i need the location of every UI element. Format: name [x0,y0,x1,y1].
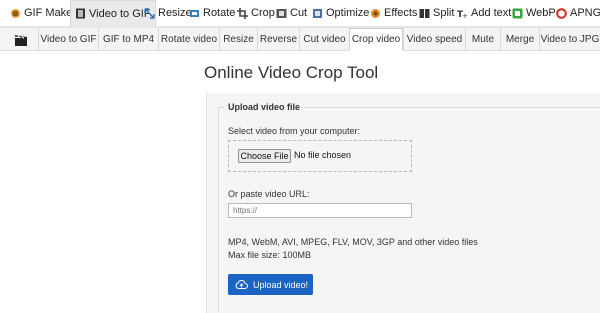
tab-video-to-gif[interactable]: Video to GIF [38,28,98,50]
tab-crop-video[interactable]: Crop video [349,28,403,51]
svg-text:+: + [462,12,468,19]
nav-resize[interactable]: Resize [144,0,192,26]
clapperboard-icon [15,33,27,46]
nav-effects[interactable]: Effects [370,0,417,26]
nav-add-text[interactable]: T + Add text [457,0,511,26]
nav-gif-maker[interactable]: GIF Maker [10,0,76,26]
supported-formats-text: MP4, WebM, AVI, MPEG, FLV, MOV, 3GP and … [228,237,478,247]
nav-webp[interactable]: WebP [512,0,556,26]
tab-mute[interactable]: Mute [465,28,500,50]
add-text-icon: T + [457,8,468,20]
upload-button-label: Upload video! [253,279,309,290]
tab-resize[interactable]: Resize [219,28,257,50]
crop-icon [237,7,248,19]
gif-maker-icon [10,8,21,19]
tab-video-speed[interactable]: Video speed [403,28,465,50]
cut-icon [276,8,287,19]
tab-rotate-video[interactable]: Rotate video [158,28,219,50]
nav-crop[interactable]: Crop [237,0,275,26]
webp-icon [512,8,523,19]
nav-cut[interactable]: Cut [276,0,307,26]
tab-cut-video[interactable]: Cut video [299,28,349,50]
upload-legend: Upload video file [228,102,301,112]
page-title: Online Video Crop Tool [204,63,379,82]
main-nav: GIF Maker Video to GIF Resize Rotate Cro… [0,0,600,27]
choose-file-button[interactable]: Choose File [238,149,291,163]
effects-icon [370,8,381,19]
video-url-input[interactable] [228,203,412,218]
split-icon [419,8,430,19]
tool-tabs: Video to GIF GIF to MP4 Rotate video Res… [0,27,600,51]
apng-icon [556,7,567,19]
video-to-gif-icon [75,8,86,19]
tab-merge[interactable]: Merge [500,28,539,50]
cloud-upload-icon [235,279,248,290]
rotate-icon [189,8,200,19]
nav-optimize[interactable]: Optimize [312,0,369,26]
nav-video-to-gif[interactable]: Video to GIF [70,0,156,26]
upload-video-button[interactable]: Upload video! [228,274,313,295]
tab-reverse[interactable]: Reverse [257,28,299,50]
nav-apng[interactable]: APNG [556,0,600,26]
select-file-label: Select video from your computer: [228,126,361,136]
nav-rotate[interactable]: Rotate [189,0,235,26]
max-file-size-text: Max file size: 100MB [228,250,312,260]
resize-icon [144,7,155,19]
nav-split[interactable]: Split [419,0,454,26]
no-file-chosen-text: No file chosen [294,150,352,160]
paste-url-label: Or paste video URL: [228,189,310,199]
tab-gif-to-mp4[interactable]: GIF to MP4 [98,28,158,50]
tab-video-to-jpg[interactable]: Video to JPG [539,28,600,50]
optimize-icon [312,8,323,19]
